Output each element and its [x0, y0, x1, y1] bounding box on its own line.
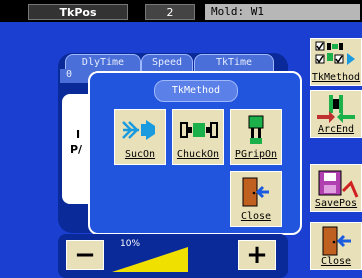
sucon-button[interactable]: SucOn [114, 109, 166, 165]
sidebar-savepos-label: SavePos [314, 198, 358, 209]
decrease-speed-button[interactable]: − [66, 240, 104, 270]
chuckon-button[interactable]: ChuckOn [172, 109, 224, 165]
dialog-title: TkMethod [154, 80, 238, 102]
sidebar-tkmethod-button[interactable]: TkMethod [310, 38, 362, 86]
pgripon-button[interactable]: PGripOn [230, 109, 282, 165]
speed-percent-label: 10% [120, 239, 141, 249]
minus-icon: − [74, 240, 96, 270]
increase-speed-button[interactable]: + [238, 240, 276, 270]
top-status-bar: TkPos 2 Mold: W1 [0, 0, 362, 22]
pgrip-on-icon [248, 115, 264, 144]
sidebar-close-button[interactable]: Close [310, 222, 362, 270]
tab-tktime[interactable]: TkTime [194, 54, 274, 71]
sucon-label: SucOn [124, 149, 156, 160]
sidebar-arcend-label: ArcEnd [317, 124, 355, 135]
close-dialog-label: Close [240, 211, 272, 222]
plus-icon: + [246, 240, 268, 270]
background-detail-text: I P/ [70, 128, 83, 156]
tab-speed[interactable]: Speed [141, 54, 193, 71]
program-name: TkPos [28, 4, 128, 20]
pgripon-label: PGripOn [234, 149, 278, 160]
suction-on-icon [122, 120, 155, 140]
step-number: 2 [145, 4, 195, 20]
door-exit-icon [322, 226, 351, 256]
door-exit-icon [242, 177, 269, 207]
close-dialog-button[interactable]: Close [230, 171, 282, 227]
sidebar-arcend-button[interactable]: ArcEnd [310, 90, 362, 138]
chuck-on-icon [180, 122, 218, 138]
mold-name: Mold: W1 [205, 4, 360, 20]
sidebar-savepos-button[interactable]: SavePos [310, 164, 362, 212]
save-position-icon [318, 170, 359, 198]
sidebar-close-label: Close [320, 256, 352, 267]
arc-end-icon [317, 95, 355, 123]
chuckon-label: ChuckOn [176, 149, 220, 160]
sidebar-tkmethod-label: TkMethod [311, 72, 361, 83]
speed-ramp-fill [112, 247, 188, 272]
tkmethod-dialog: TkMethod SucOn ChuckOn PGripOn Close [88, 71, 302, 235]
tkmethod-icon [315, 41, 355, 65]
